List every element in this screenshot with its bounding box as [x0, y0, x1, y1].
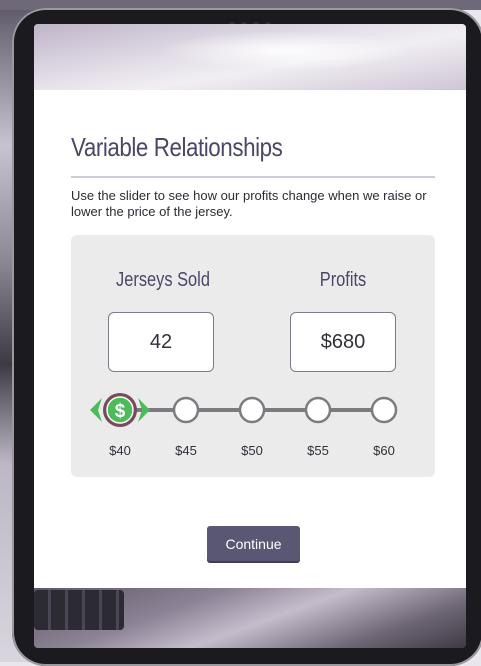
continue-button[interactable]: Continue [207, 526, 300, 561]
slider-tick-label: $55 [307, 443, 329, 458]
dialog-title: Variable Relationships [71, 132, 283, 162]
slider-stop[interactable] [172, 396, 200, 424]
price-slider[interactable]: $ $40 $45 $50 $55 $60 [71, 390, 435, 470]
slider-tick-label: $40 [109, 443, 131, 458]
chevron-left-icon[interactable] [90, 398, 102, 422]
keyboard-image [34, 590, 124, 630]
slider-stop[interactable] [304, 396, 332, 424]
profits-value: $680 [290, 312, 396, 372]
slider-panel: Jerseys Sold Profits 42 $680 $ $40 $45 $50… [71, 235, 435, 477]
dialog-description: Use the slider to see how our profits ch… [71, 188, 427, 219]
slider-stop[interactable] [370, 396, 398, 424]
jerseys-sold-value: 42 [108, 312, 214, 372]
slider-tick-label: $45 [175, 443, 197, 458]
tablet-screen: Variable Relationships Use the slider to… [34, 24, 466, 648]
slider-tick-label: $60 [373, 443, 395, 458]
profits-label: Profits [319, 269, 367, 291]
tablet-frame: Variable Relationships Use the slider to… [12, 8, 481, 666]
camera-icon [226, 15, 286, 28]
title-divider [71, 176, 435, 178]
slider-tick-label: $50 [241, 443, 263, 458]
dollar-icon[interactable]: $ [115, 401, 126, 422]
jerseys-sold-label: Jerseys Sold [116, 269, 210, 291]
dialog-card: Variable Relationships Use the slider to… [34, 90, 466, 588]
slider-stop[interactable] [238, 396, 266, 424]
slider-track-graphic: $ [90, 393, 398, 427]
office-ceiling-backdrop [34, 24, 466, 90]
